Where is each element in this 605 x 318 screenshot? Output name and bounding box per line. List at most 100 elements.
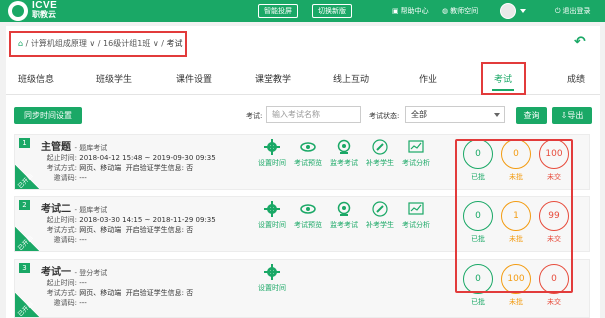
query-button[interactable]: 查询 [516,107,547,124]
sync-time-button[interactable]: 同步时间设置 [14,107,82,124]
monitor-label: 监考考试 [330,221,358,229]
switch-version-button[interactable]: 切换新版 [312,4,352,18]
exam-search-input[interactable]: 输入考试名称 [266,106,361,123]
analysis-button[interactable]: 考试分析 [399,201,433,230]
top-header: ICVE 职教云 智能投屏 切换新版 ▣ 帮助中心 ◍ 教师空间 ⏻ 退出登录 [0,0,605,22]
exam-verify: 否 [186,226,194,234]
exam-title[interactable]: 主管题 - 题库考试 [41,138,107,153]
analysis-label: 考试分析 [402,221,430,229]
exam-filter-label: 考试: [246,112,263,120]
set-time-button[interactable]: 设置时间 [255,201,289,230]
gear-icon [264,201,280,217]
set-time-button[interactable]: 设置时间 [255,139,289,168]
exam-title[interactable]: 考试一 - 登分考试 [41,263,107,278]
exam-mode: 网页、移动端 [79,164,122,172]
pending-label: 未批 [509,298,523,306]
teacher-space-label: 教师空间 [450,7,479,15]
exam-title-text: 考试一 [41,267,71,278]
invite-label: 邀请码: [53,174,77,182]
exam-mode-row: 考试方式: 网页、移动端 开启验证学生信息: 否 [41,225,194,235]
power-icon: ⏻ [555,7,561,15]
preview-label: 考试预览 [294,221,322,229]
verify-label: 开启验证学生信息: [125,164,185,172]
monitor-button[interactable]: 监考考试 [327,139,361,168]
logout-label: 退出登录 [562,7,591,15]
logo-subtitle: 职教云 [32,10,56,19]
space-icon: ◍ [442,7,449,15]
tab-online-interaction[interactable]: 线上互动 [333,72,369,85]
exam-status-label: 考试状态: [369,112,400,120]
preview-button[interactable]: 考试预览 [291,139,325,168]
tab-classroom[interactable]: 课堂教学 [255,72,291,85]
invite-label: 邀请码: [53,299,77,307]
logo-title: ICVE [32,0,58,11]
gear-icon [264,264,280,280]
help-center-label: 帮助中心 [400,7,429,15]
exam-number: 2 [19,200,30,210]
eye-icon [300,142,316,152]
exam-invite-row: 邀请码: --- [41,235,87,245]
exam-type: - 登分考试 [74,269,108,277]
exam-mode: 网页、移动端 [79,289,122,297]
logo-text[interactable]: ICVE 职教云 [32,0,58,20]
help-center-link[interactable]: ▣ 帮助中心 [392,5,429,17]
export-label: 导出 [567,111,584,120]
exam-mode-row: 考试方式: 网页、移动端 开启验证学生信息: 否 [41,288,194,298]
exam-verify: 否 [186,164,194,172]
exam-title-text: 主管题 [41,142,71,153]
invite-label: 邀请码: [53,236,77,244]
set-time-label: 设置时间 [258,284,286,292]
exam-invite-row: 邀请码: --- [41,173,87,183]
smart-screen-button[interactable]: 智能投屏 [258,4,298,18]
teacher-space-link[interactable]: ◍ 教师空间 [442,5,478,17]
back-arrow-icon[interactable]: ↶ [574,34,586,50]
chart-icon [408,140,424,153]
home-icon[interactable]: ⌂ [18,39,23,48]
logo-icon[interactable] [8,1,28,21]
preview-label: 考试预览 [294,159,322,167]
tab-grades[interactable]: 成绩 [567,72,585,85]
logout-link[interactable]: ⏻ 退出登录 [555,5,591,17]
mode-label: 考试方式: [46,289,77,297]
exam-number: 1 [19,138,30,148]
exam-type: - 题库考试 [74,206,108,214]
tab-class-info[interactable]: 班级信息 [18,72,54,85]
tab-courseware[interactable]: 课件设置 [176,72,212,85]
not-submitted-label: 未交 [547,298,561,306]
exam-invite: --- [79,236,87,244]
exam-invite: --- [79,174,87,182]
chevron-down-icon [494,113,500,117]
makeup-button[interactable]: 补考学生 [363,201,397,230]
exam-number: 3 [19,263,30,273]
breadcrumb-class[interactable]: 16级计组1班 [103,39,150,48]
avatar[interactable] [500,3,516,19]
breadcrumb-course[interactable]: 计算机组成原理 [31,39,87,48]
monitor-label: 监考考试 [330,159,358,167]
tab-class-students[interactable]: 班级学生 [96,72,132,85]
makeup-label: 补考学生 [366,221,394,229]
exam-time: 2018-03-30 14:15 ~ 2018-11-29 09:35 [79,216,216,224]
chevron-down-icon[interactable] [520,9,526,13]
gear-icon [264,139,280,155]
pencil-icon [372,139,388,155]
exam-time-row: 起止时间: 2018-04-12 15:48 ~ 2019-09-30 09:3… [41,153,216,163]
exam-verify: 否 [186,289,194,297]
preview-button[interactable]: 考试预览 [291,201,325,230]
webcam-icon [337,201,351,216]
time-label: 起止时间: [46,216,77,224]
mode-label: 考试方式: [46,164,77,172]
exam-status-select[interactable]: 全部 [405,106,505,123]
eye-icon [300,204,316,214]
tab-homework[interactable]: 作业 [419,72,437,85]
breadcrumb-current: 考试 [166,39,183,48]
monitor-button[interactable]: 监考考试 [327,201,361,230]
export-button[interactable]: ⇩导出 [552,107,592,124]
makeup-button[interactable]: 补考学生 [363,139,397,168]
exam-title[interactable]: 考试二 - 题库考试 [41,200,107,215]
exam-time: 2018-04-12 15:48 ~ 2019-09-30 09:35 [79,154,216,162]
set-time-button[interactable]: 设置时间 [255,264,289,293]
analysis-button[interactable]: 考试分析 [399,139,433,168]
set-time-label: 设置时间 [258,159,286,167]
set-time-label: 设置时间 [258,221,286,229]
time-label: 起止时间: [46,154,77,162]
